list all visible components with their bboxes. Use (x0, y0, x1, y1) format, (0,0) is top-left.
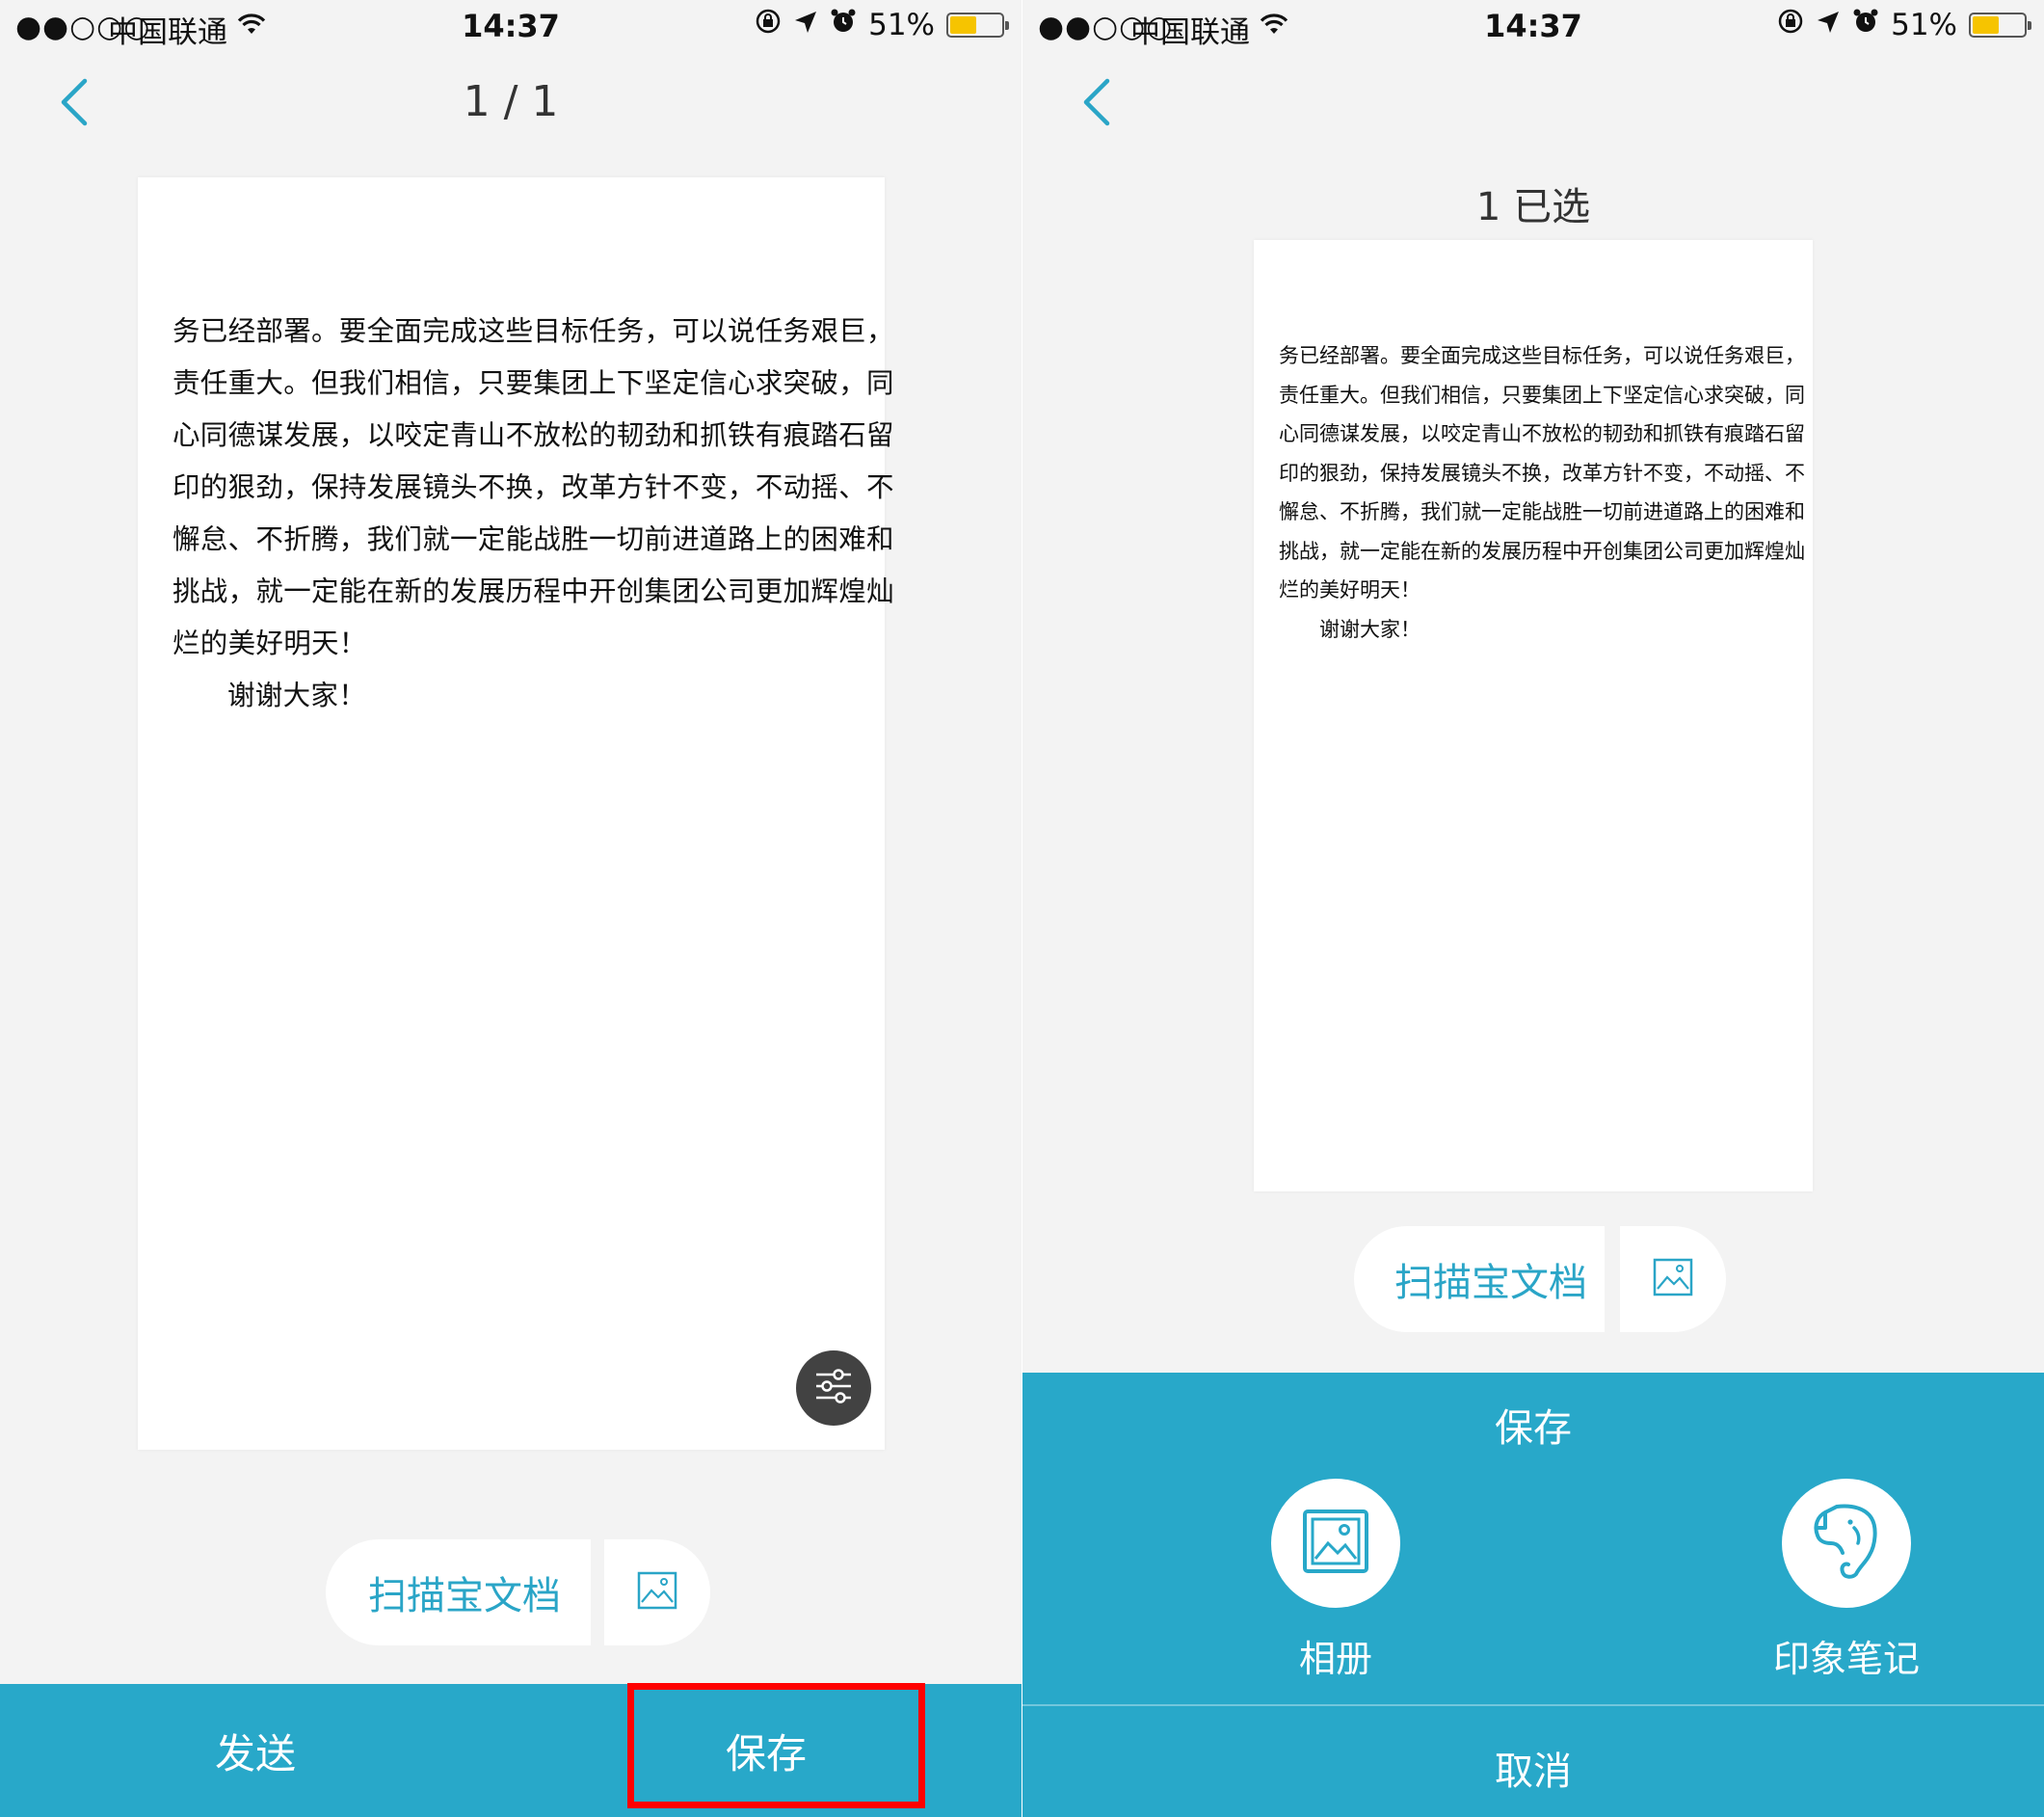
phone-screen-save-sheet: ●●○○○ 中国联通 14:37 51% 1 已选 务已经部署。要全面完成这些目… (1022, 0, 2044, 1817)
save-action-sheet: 保存 相册 印象笔记 取消 (1022, 1373, 2044, 1817)
status-bar: ●●○○○ 中国联通 14:37 51% (0, 0, 1022, 52)
battery-icon (1969, 13, 2031, 38)
send-button[interactable]: 发送 (0, 1684, 511, 1817)
document-line: 烂的美好明天！ (1279, 578, 1420, 601)
alarm-icon (1852, 8, 1879, 42)
watermark-label: 扫描宝文档 (368, 1574, 561, 1618)
document-line: 责任重大。但我们相信，只要集团上下坚定信心求突破，同 (173, 367, 894, 399)
battery-level (950, 16, 976, 34)
status-bar: ●●○○○ 中国联通 14:37 51% (1022, 0, 2044, 52)
document-line: 挑战，就一定能在新的发展历程中开创集团公司更加辉煌灿 (1279, 539, 1805, 563)
location-arrow-icon (1816, 8, 1841, 42)
battery-percent: 51% (868, 8, 935, 42)
document-line: 务已经部署。要全面完成这些目标任务，可以说任务艰巨， (173, 315, 894, 347)
document-line: 印的狠劲，保持发展镜头不换，改革方针不变，不动摇、不 (173, 471, 894, 503)
photo-album-icon (1302, 1509, 1369, 1578)
document-text: 务已经部署。要全面完成这些目标任务，可以说任务艰巨， 责任重大。但我们相信，只要… (1279, 336, 1805, 649)
watermark-image-button[interactable] (604, 1539, 710, 1645)
location-arrow-icon (793, 8, 818, 42)
document-line: 谢谢大家！ (227, 680, 367, 711)
sliders-icon (813, 1367, 854, 1409)
save-to-evernote-option[interactable]: 印象笔记 (1731, 1479, 1962, 1682)
phone-screen-preview: ●●○○○ 中国联通 14:37 51% 1 / 1 务已经部署。要全面完成这些… (0, 0, 1022, 1817)
sheet-divider (1022, 1704, 2044, 1706)
document-line: 烂的美好明天！ (173, 628, 367, 659)
document-line: 谢谢大家！ (1319, 617, 1420, 641)
back-button[interactable] (1078, 75, 1127, 133)
document-line: 心同德谋发展，以咬定青山不放松的韧劲和抓铁有痕踏石留 (173, 419, 894, 451)
orientation-lock-icon (1777, 8, 1804, 42)
document-line: 懈怠、不折腾，我们就一定能战胜一切前进道路上的困难和 (1279, 500, 1805, 523)
filter-adjust-button[interactable] (796, 1350, 871, 1426)
cancel-button[interactable]: 取消 (1022, 1718, 2044, 1817)
album-button[interactable] (1271, 1479, 1400, 1608)
save-to-album-option[interactable]: 相册 (1220, 1479, 1451, 1682)
document-line: 挑战，就一定能在新的发展历程中开创集团公司更加辉煌灿 (173, 575, 894, 607)
document-line: 责任重大。但我们相信，只要集团上下坚定信心求突破，同 (1279, 383, 1805, 407)
orientation-lock-icon (755, 8, 782, 42)
battery-percent: 51% (1891, 8, 1957, 42)
status-icons: 51% (755, 8, 1009, 42)
document-thumbnail[interactable]: 务已经部署。要全面完成这些目标任务，可以说任务艰巨， 责任重大。但我们相信，只要… (1254, 240, 1813, 1191)
document-preview[interactable]: 务已经部署。要全面完成这些目标任务，可以说任务艰巨， 责任重大。但我们相信，只要… (138, 177, 894, 1450)
image-icon (637, 1571, 677, 1614)
watermark-text-button[interactable]: 扫描宝文档 (1354, 1226, 1605, 1332)
page-counter: 1 / 1 (463, 77, 559, 126)
highlight-box (627, 1683, 925, 1808)
evernote-button[interactable] (1782, 1479, 1911, 1608)
watermark-image-button[interactable] (1620, 1226, 1726, 1332)
watermark-text-button[interactable]: 扫描宝文档 (326, 1539, 591, 1645)
document-line: 心同德谋发展，以咬定青山不放松的韧劲和抓铁有痕踏石留 (1279, 422, 1805, 445)
image-icon (1653, 1258, 1693, 1300)
watermark-label: 扫描宝文档 (1394, 1261, 1587, 1305)
document-text: 务已经部署。要全面完成这些目标任务，可以说任务艰巨， 责任重大。但我们相信，只要… (173, 306, 894, 722)
document-line: 务已经部署。要全面完成这些目标任务，可以说任务艰巨， (1279, 344, 1805, 367)
document-line: 印的狠劲，保持发展镜头不换，改革方针不变，不动摇、不 (1279, 461, 1805, 485)
evernote-label: 印象笔记 (1772, 1638, 1920, 1680)
document-line: 懈怠、不折腾，我们就一定能战胜一切前进道路上的困难和 (173, 523, 894, 555)
sheet-title: 保存 (1495, 1406, 1572, 1451)
battery-level (1973, 16, 1999, 34)
evernote-elephant-icon (1810, 1503, 1883, 1584)
selected-count: 1 已选 (1475, 185, 1591, 229)
alarm-icon (830, 8, 857, 42)
battery-icon (946, 13, 1009, 38)
album-label: 相册 (1298, 1638, 1372, 1680)
status-icons: 51% (1777, 8, 2031, 42)
